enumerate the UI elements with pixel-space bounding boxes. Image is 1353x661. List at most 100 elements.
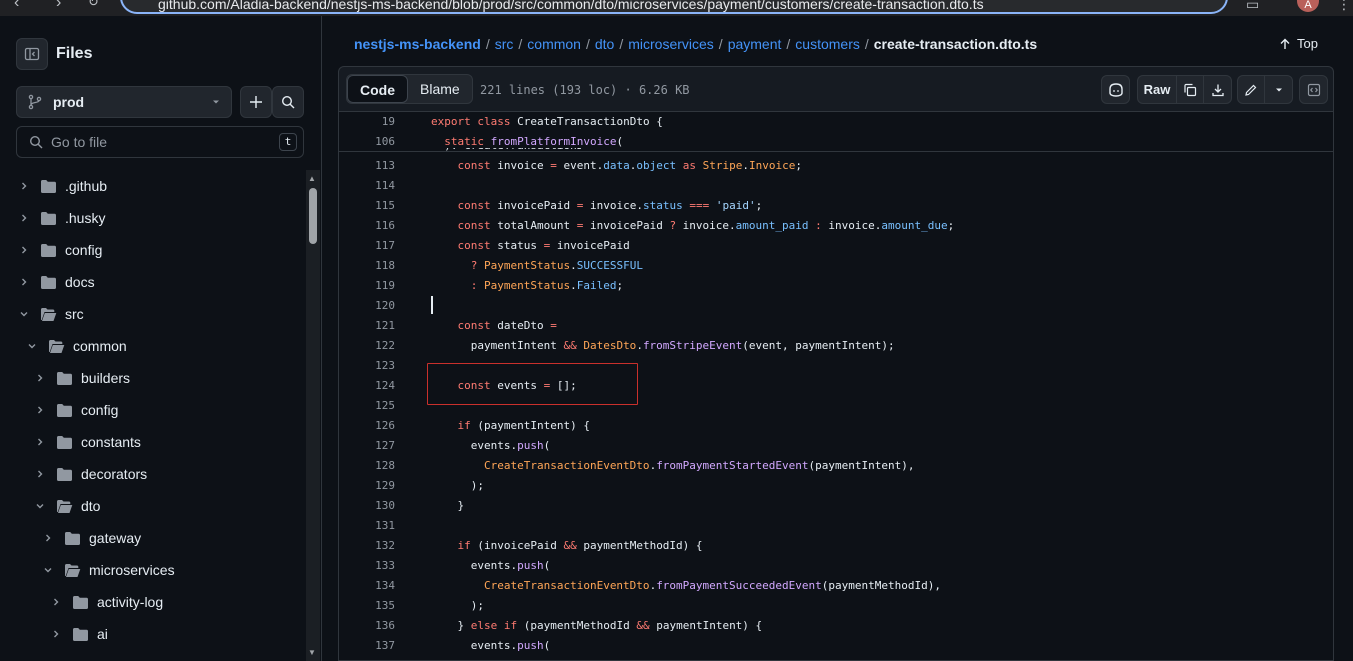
chevron-down-icon[interactable] (40, 565, 56, 575)
line-number[interactable]: 125 (339, 396, 395, 416)
line-number[interactable]: 115 (339, 196, 395, 216)
code-line: 129 ); (339, 476, 1333, 496)
profile-avatar[interactable]: A (1297, 0, 1319, 12)
line-number[interactable]: 116 (339, 216, 395, 236)
back-icon[interactable]: ‹ (14, 0, 19, 12)
line-number[interactable]: 137 (339, 636, 395, 656)
line-number[interactable]: 130 (339, 496, 395, 516)
tree-item-common[interactable]: common (24, 332, 127, 360)
breadcrumb-link-customers[interactable]: customers (795, 36, 860, 52)
code-view[interactable]: 19 export class CreateTransactionDto {106… (338, 111, 1334, 661)
line-number[interactable]: 119 (339, 276, 395, 296)
line-number[interactable]: 133 (339, 556, 395, 576)
line-number[interactable]: 127 (339, 436, 395, 456)
line-number[interactable]: 132 (339, 536, 395, 556)
sidebar-scrollbar[interactable]: ▲ ▼ (306, 170, 320, 661)
breadcrumb-link-microservices[interactable]: microservices (628, 36, 714, 52)
edit-file-button[interactable] (1238, 76, 1265, 103)
line-number[interactable]: 123 (339, 356, 395, 376)
line-number[interactable]: 114 (339, 176, 395, 196)
sidebar-scrollbar-thumb[interactable] (309, 188, 317, 244)
chevron-right-icon[interactable] (16, 245, 32, 255)
search-icon (29, 135, 43, 149)
tree-item-microservices[interactable]: microservices (40, 556, 175, 584)
tree-item-config[interactable]: config (32, 396, 118, 424)
breadcrumb-repo-link[interactable]: nestjs-ms-backend (354, 36, 481, 52)
line-code: ? PaymentStatus.SUCCESSFUL (470, 259, 643, 272)
line-number[interactable]: 113 (339, 156, 395, 176)
line-code: if (paymentIntent) { (457, 419, 590, 432)
add-file-button[interactable] (240, 86, 272, 118)
address-bar[interactable]: github.com/Aladia-backend/nestjs-ms-back… (120, 0, 1228, 14)
back-to-top-link[interactable]: Top (1279, 36, 1318, 51)
chevron-down-icon[interactable] (16, 309, 32, 319)
plus-icon (250, 96, 262, 108)
chevron-down-icon[interactable] (32, 501, 48, 511)
chevron-right-icon[interactable] (16, 277, 32, 287)
line-number[interactable]: 120 (339, 296, 395, 316)
copilot-button[interactable] (1101, 75, 1130, 104)
breadcrumb-link-src[interactable]: src (495, 36, 514, 52)
chevron-right-icon[interactable] (48, 629, 64, 639)
tree-item-husky[interactable]: .husky (16, 204, 105, 232)
tree-item-docs[interactable]: docs (16, 268, 95, 296)
copilot-icon (1108, 82, 1123, 97)
scroll-up-arrow-icon[interactable]: ▲ (308, 174, 316, 183)
copy-raw-button[interactable] (1177, 76, 1204, 103)
chevron-right-icon[interactable] (32, 469, 48, 479)
tree-item-gateway[interactable]: gateway (40, 524, 141, 552)
line-number[interactable]: 117 (339, 236, 395, 256)
tree-item-config[interactable]: config (16, 236, 102, 264)
code-line: 115 const invoicePaid = invoice.status =… (339, 196, 1333, 216)
line-number[interactable]: 134 (339, 576, 395, 596)
line-number[interactable]: 136 (339, 616, 395, 636)
chevron-right-icon[interactable] (48, 597, 64, 607)
line-number[interactable]: 118 (339, 256, 395, 276)
tree-item-dto[interactable]: dto (32, 492, 100, 520)
line-number[interactable]: 122 (339, 336, 395, 356)
tree-item-decorators[interactable]: decorators (32, 460, 147, 488)
line-number[interactable]: 121 (339, 316, 395, 336)
folder-icon (72, 595, 89, 610)
go-to-file-input[interactable]: Go to file t (16, 126, 304, 158)
breadcrumb-link-payment[interactable]: payment (728, 36, 782, 52)
download-raw-button[interactable] (1204, 76, 1231, 103)
line-number[interactable]: 129 (339, 476, 395, 496)
breadcrumb-link-dto[interactable]: dto (595, 36, 614, 52)
tree-item-constants[interactable]: constants (32, 428, 141, 456)
line-number[interactable]: 135 (339, 596, 395, 616)
collapse-sidebar-button[interactable] (16, 38, 48, 70)
line-number[interactable]: 128 (339, 456, 395, 476)
tab-code[interactable]: Code (347, 75, 408, 103)
scroll-down-arrow-icon[interactable]: ▼ (308, 648, 316, 657)
chevron-right-icon[interactable] (16, 181, 32, 191)
tree-item-ai[interactable]: ai (48, 620, 108, 648)
tree-item-github[interactable]: .github (16, 172, 107, 200)
branch-selector[interactable]: prod (16, 86, 232, 118)
tree-item-src[interactable]: src (16, 300, 84, 328)
line-number[interactable]: 131 (339, 516, 395, 536)
raw-button[interactable]: Raw (1138, 76, 1177, 103)
line-number[interactable]: 106 (339, 132, 395, 152)
chevron-right-icon[interactable] (16, 213, 32, 223)
chevron-right-icon[interactable] (32, 437, 48, 447)
reload-icon[interactable]: ↻ (88, 0, 99, 10)
line-number[interactable]: 126 (339, 416, 395, 436)
line-number[interactable]: 124 (339, 376, 395, 396)
tree-item-activity-log[interactable]: activity-log (48, 588, 163, 616)
forward-icon[interactable]: › (56, 0, 61, 12)
chevron-right-icon[interactable] (32, 405, 48, 415)
line-number[interactable]: 19 (339, 112, 395, 132)
breadcrumb-link-common[interactable]: common (527, 36, 581, 52)
browser-menu-icon[interactable]: ⋮ (1337, 0, 1351, 13)
tab-blame[interactable]: Blame (408, 75, 472, 103)
chevron-down-icon[interactable] (24, 341, 40, 351)
tab-search-icon[interactable]: ▭ (1246, 0, 1259, 13)
edit-options-dropdown[interactable] (1265, 76, 1292, 103)
search-code-button[interactable] (272, 86, 304, 118)
chevron-right-icon[interactable] (32, 373, 48, 383)
tree-item-builders[interactable]: builders (32, 364, 130, 392)
symbols-panel-button[interactable] (1299, 75, 1328, 104)
annotation-highlight-box (427, 363, 638, 405)
chevron-right-icon[interactable] (40, 533, 56, 543)
